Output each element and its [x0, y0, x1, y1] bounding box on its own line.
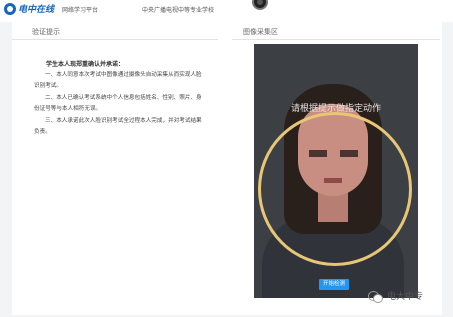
notice-paragraph-text: 二、本人已确认考试系统中个人信息包括姓名、性别、照片、身份证号等与本人相符无误。 [34, 95, 202, 112]
notice-paragraph: 一、本人同意本次考试中图像通过摄像头自动采集从而实现人脸识别考试。 [34, 70, 204, 92]
action-prompt: 请根据提示做指定动作 [290, 104, 381, 114]
webcam-icon [252, 0, 268, 10]
face-guide-ring [258, 112, 412, 266]
notice-paragraph: 二、本人已确认考试系统中个人信息包括姓名、性别、照片、身份证号等与本人相符无误。 [34, 93, 204, 115]
wechat-icon [368, 291, 383, 303]
left-divider [12, 39, 218, 40]
right-divider [232, 39, 440, 40]
nav-item-school-name[interactable]: 中央广播电视中等专业学校 [142, 5, 214, 14]
site-logo[interactable]: 电中在线 [4, 2, 60, 18]
verification-title: 验证提示 [32, 28, 60, 36]
camera-preview: 请根据提示做指定动作 [254, 44, 418, 298]
notice-paragraph-text: 一、本人同意本次考试中图像通过摄像头自动采集从而实现人脸识别考试。 [34, 72, 202, 89]
logo-icon [4, 3, 16, 15]
watermark-text: 电大中专 [387, 292, 424, 302]
notice-paragraph-text: 三、本人承诺此次人脸识别考试全过程本人完成，并对考试结果负责。 [34, 118, 202, 135]
notice-paragraph: 三、本人承诺此次人脸识别考试全过程本人完成，并对考试结果负责。 [34, 116, 204, 138]
nav-item-learning-platform[interactable]: 网络学习平台 [62, 5, 98, 14]
start-detection-button[interactable]: 开始检测 [319, 279, 349, 290]
logo-text: 电中在线 [18, 5, 55, 15]
top-bar: 电中在线 网络学习平台 中央广播电视中等专业学校 [0, 0, 453, 22]
notice-heading: 学生本人现郑重确认并承诺： [46, 61, 125, 68]
capture-title: 图像采集区 [243, 28, 278, 36]
